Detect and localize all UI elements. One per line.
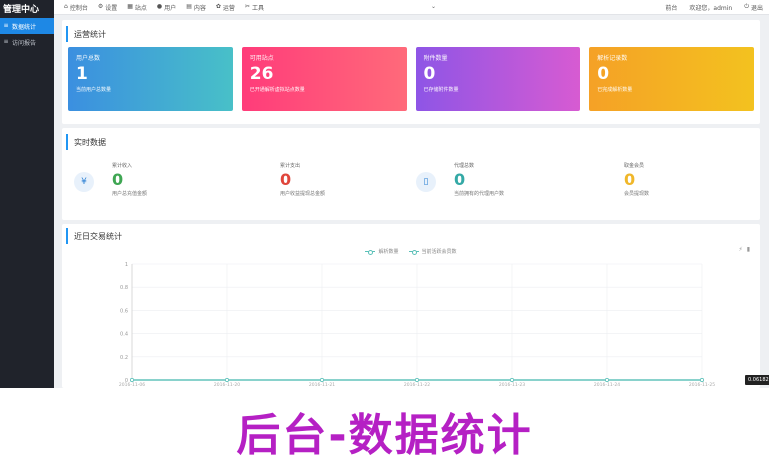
sidebar-item-label: 数据统计	[12, 23, 37, 31]
rt-label: 代理总数	[454, 163, 475, 169]
line-chart: 00.20.40.60.812016-11-06 2016-11-20 2016-1…	[119, 262, 715, 388]
rt-text: 累计收入 0 用户总充值金额	[112, 162, 147, 197]
top-navbar: ⌂ 控制台 ⚙ 设置 ▦ 站点 ● 用户 ▤ 内容 ✿ 运营 ✂ 工具 前台 欢迎您，admi…	[54, 0, 769, 15]
nav-users[interactable]: ● 用户	[157, 3, 176, 12]
chart-panel: 近日交易统计 解析数量 当前活跃会员数 ⚡ ▮ 0 0.2 0.4 0.6 0.8 1 20…	[62, 224, 760, 388]
nav-label: 内容	[193, 4, 206, 12]
rt-desc: 用户总充值金额	[112, 191, 148, 197]
stat-cards: 用户总数 1 当前用户总数量 可用站点 26 已开通解析虚拟站点数量 附件数量 …	[68, 47, 754, 111]
sidebar-item-data-stats[interactable]: ≡ 数据统计	[0, 18, 54, 34]
chart-tooltip: 0.06182	[745, 375, 769, 385]
banner-text: 后台-数据统计	[236, 410, 533, 461]
nav-label: 站点	[134, 4, 147, 12]
y-tick-label: 1	[125, 262, 128, 268]
nav-content[interactable]: ▤ 内容	[186, 3, 206, 12]
stat-card-users: 用户总数 1 当前用户总数量	[68, 47, 233, 111]
rt-value: 0	[112, 170, 124, 189]
screen: 管理中心 ≡ 数据统计 ≡ 访问报告 ⌂ 控制台 ⚙ 设置 ▦ 站点 ● 用户 ▤ 内容 …	[0, 0, 769, 474]
top-right-links: 前台 欢迎您，admin ⏻ 退出	[665, 3, 769, 12]
nav-settings[interactable]: ⚙ 设置	[98, 3, 117, 12]
power-icon: ⏻	[744, 3, 749, 10]
overview-panel: 运营统计 用户总数 1 当前用户总数量 可用站点 26 已开通解析虚拟站点数量 …	[62, 20, 760, 124]
rt-value: 0	[454, 170, 466, 189]
y-tick-label: 0.4	[120, 332, 128, 338]
card-value: 26	[249, 64, 274, 84]
data-point	[605, 378, 609, 382]
nav-label: 工具	[251, 4, 264, 12]
card-label: 可用站点	[249, 55, 274, 62]
card-desc: 已开通解析虚拟站点数量	[249, 87, 305, 93]
data-point	[320, 378, 324, 382]
card-desc: 已存储附件数量	[423, 87, 459, 93]
sidebar-item-access-report[interactable]: ≡ 访问报告	[0, 34, 54, 50]
data-point	[130, 378, 134, 382]
chevron-down-icon[interactable]: ⌄	[431, 3, 436, 10]
rt-desc: 当前拥有的代理用户数	[454, 191, 505, 197]
stat-card-sites: 可用站点 26 已开通解析虚拟站点数量	[241, 47, 407, 111]
stat-card-attachments: 附件数量 0 已存储附件数量	[415, 47, 581, 111]
money-icon: ¥	[74, 172, 94, 192]
rt-desc: 会员提现数	[624, 191, 650, 197]
rt-label: 累计支出	[280, 163, 301, 169]
panel-title: 实时数据	[66, 134, 760, 150]
rt-text: 累计支出 0 用户收益提现总金额	[280, 162, 325, 197]
settings-icon: ✿	[215, 3, 221, 10]
folder-icon: ▤	[186, 3, 192, 10]
data-point	[415, 378, 419, 382]
list-icon: ≡	[3, 22, 9, 29]
nav-label: 用户	[164, 4, 177, 12]
sidebar: 管理中心 ≡ 数据统计 ≡ 访问报告	[0, 0, 54, 388]
card-value: 1	[76, 64, 88, 84]
rt-label: 取金会员	[624, 163, 645, 169]
y-tick-label: 0.2	[120, 355, 128, 361]
front-link[interactable]: 前台	[665, 3, 677, 12]
top-nav: ⌂ 控制台 ⚙ 设置 ▦ 站点 ● 用户 ▤ 内容 ✿ 运营 ✂ 工具	[54, 3, 264, 12]
rt-text: 代理总数 0 当前拥有的代理用户数	[454, 162, 504, 197]
list-icon: ≡	[3, 38, 9, 45]
card-value: 0	[597, 64, 610, 84]
rt-desc: 用户收益提现总金额	[280, 191, 326, 197]
card-desc: 已完成解析数量	[597, 87, 633, 93]
realtime-panel: 实时数据 ¥ 累计收入 0 用户总充值金额 累计支出 0 用户收益提现总金额 ▯…	[62, 128, 760, 220]
y-tick-label: 0.8	[120, 285, 128, 291]
rt-value: 0	[624, 170, 636, 189]
gear-icon: ⚙	[97, 3, 104, 10]
nav-label: 设置	[105, 4, 118, 12]
rt-label: 累计收入	[112, 163, 133, 169]
grid-icon: ▦	[127, 3, 133, 10]
nav-tools[interactable]: ✂ 工具	[245, 3, 264, 12]
rt-text: 取金会员 0 会员提现数	[624, 162, 649, 197]
home-icon: ⌂	[64, 3, 68, 10]
nav-label: 运营	[222, 4, 235, 12]
realtime-items: ¥ 累计收入 0 用户总充值金额 累计支出 0 用户收益提现总金额 ▯ 代理总数…	[68, 152, 754, 218]
welcome-text: 欢迎您，admin	[689, 4, 733, 12]
card-desc: 当前用户总数量	[76, 87, 112, 93]
stat-card-records: 解析记录数 0 已完成解析数量	[589, 47, 754, 111]
nav-operations[interactable]: ✿ 运营	[216, 3, 235, 12]
nav-sites[interactable]: ▦ 站点	[127, 3, 147, 12]
y-tick-label: 0.6	[120, 308, 128, 314]
caption-banner: 后台-数据统计	[0, 388, 769, 474]
card-value: 0	[423, 64, 436, 84]
data-point	[700, 378, 704, 382]
logout-link[interactable]: ⏻ 退出	[744, 3, 763, 12]
tools-icon: ✂	[244, 3, 250, 10]
rt-value: 0	[280, 170, 292, 189]
data-point	[510, 378, 514, 382]
nav-label: 控制台	[69, 4, 88, 12]
panel-title: 运营统计	[66, 26, 760, 42]
data-point	[225, 378, 229, 382]
card-label: 解析记录数	[597, 55, 628, 62]
door-icon: ▯	[416, 172, 436, 192]
card-label: 用户总数	[76, 55, 101, 62]
sidebar-item-label: 访问报告	[12, 39, 37, 47]
brand-title: 管理中心	[3, 5, 40, 15]
logout-label: 退出	[750, 4, 763, 12]
users-icon: ●	[156, 3, 163, 10]
nav-console[interactable]: ⌂ 控制台	[64, 3, 88, 12]
main-content: 运营统计 用户总数 1 当前用户总数量 可用站点 26 已开通解析虚拟站点数量 …	[54, 14, 769, 388]
card-label: 附件数量	[423, 55, 448, 62]
